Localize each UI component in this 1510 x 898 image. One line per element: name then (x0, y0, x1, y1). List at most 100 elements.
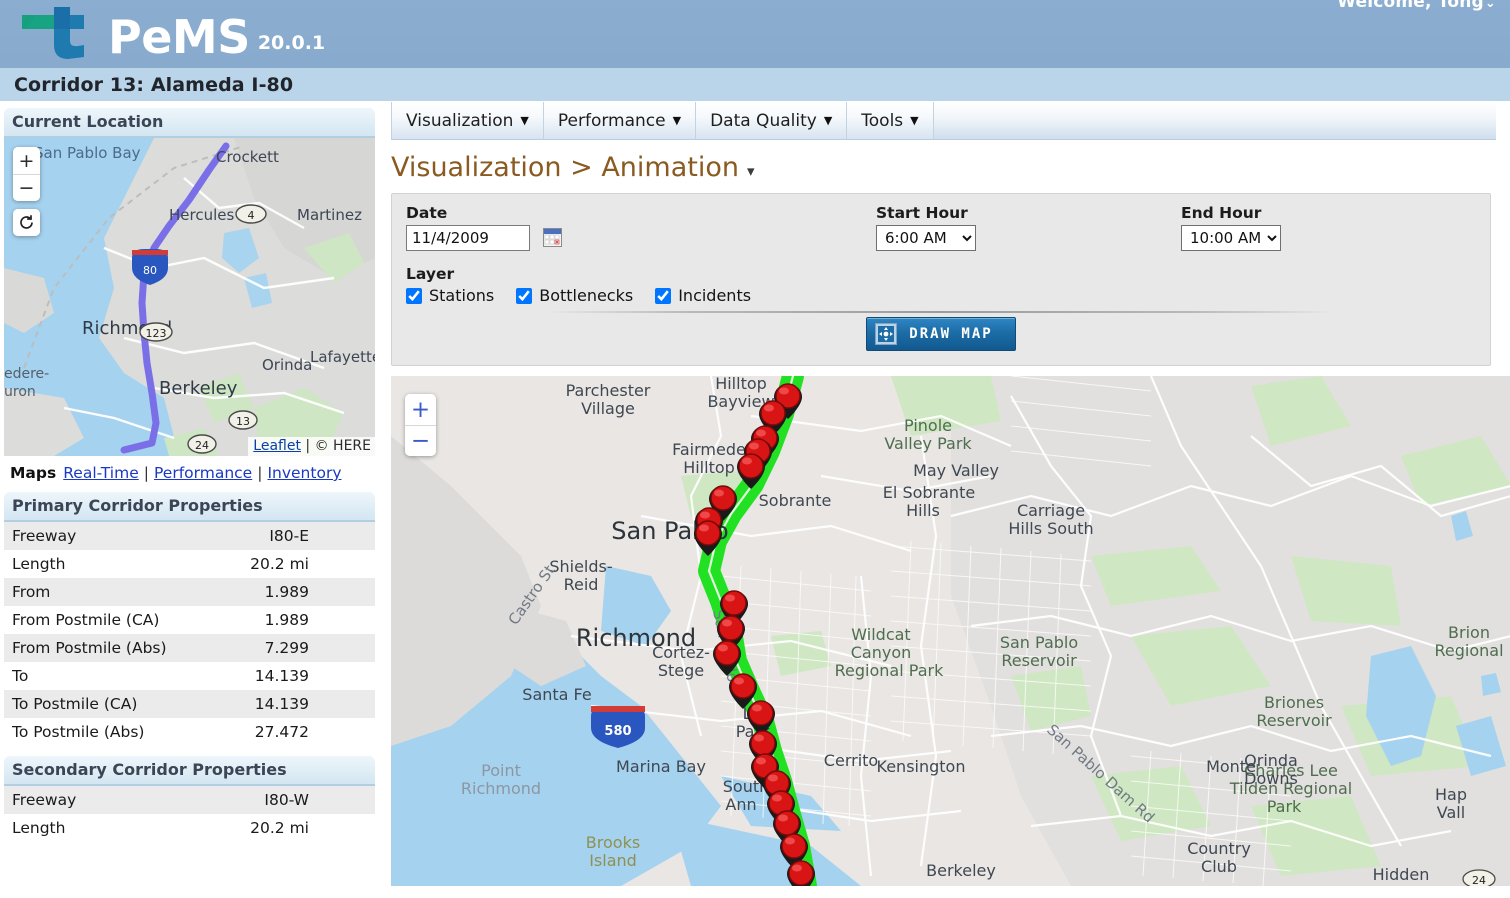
stations-checkbox[interactable] (406, 287, 422, 304)
map-label: Vall (1437, 803, 1465, 822)
primary-corridor-title: Primary Corridor Properties (12, 496, 263, 515)
map-zoom-controls[interactable]: + − (405, 394, 436, 456)
chevron-down-icon[interactable]: ▾ (747, 162, 755, 180)
bottlenecks-label[interactable]: Bottlenecks (539, 286, 633, 305)
map-label: Kensington (877, 757, 966, 776)
reset-rotate-icon[interactable] (13, 209, 40, 236)
map-label: Wildcat (851, 625, 910, 644)
corridor-title: Corridor 13: Alameda I-80 (14, 73, 294, 96)
date-input[interactable] (406, 225, 530, 251)
caltrans-ct-logo-icon (22, 7, 84, 59)
map-label: Island (589, 851, 637, 870)
end-hour-select[interactable]: 6:00 AM7:00 AM8:00 AM9:00 AM10:00 AM11:0… (1181, 225, 1281, 251)
maps-links-label: Maps (10, 464, 57, 482)
maps-link-separator: | (257, 464, 263, 482)
secondary-corridor-properties-table: Freeway I80-W Length 20.2 mi (4, 786, 375, 842)
calendar-icon[interactable] (543, 228, 563, 247)
map-label: Fairmede (672, 440, 746, 459)
map-label: Club (1201, 857, 1237, 876)
menu-tools-label: Tools (861, 110, 904, 131)
animation-map[interactable]: 580 24 Parchester Village Hilltop Bayvie… (391, 376, 1510, 886)
table-row: Freeway I80-E (4, 522, 375, 550)
property-value: 20.2 mi (250, 818, 309, 837)
maps-link-performance[interactable]: Performance (154, 464, 252, 482)
chevron-down-icon: ▼ (910, 114, 919, 127)
maps-link-real-time[interactable]: Real-Time (63, 464, 139, 482)
map-label: Canyon (851, 643, 912, 662)
map-label: Stege (658, 661, 704, 680)
property-name: Freeway (12, 790, 77, 809)
map-label: Richmond (576, 624, 696, 652)
map-label: Shields- (549, 557, 612, 576)
property-value: 14.139 (254, 694, 309, 713)
svg-text:580: 580 (604, 724, 631, 739)
attribution-separator: | (305, 438, 311, 454)
map-label: El Sobrante (883, 483, 975, 502)
app-header: Welcome, Tong⌄ PeMS 20.0.1 (0, 0, 1510, 68)
menu-performance[interactable]: Performance ▼ (543, 102, 697, 139)
incidents-label[interactable]: Incidents (678, 286, 751, 305)
property-value: I80-W (264, 790, 309, 809)
chevron-down-icon: ⌄ (1484, 0, 1496, 11)
map-label: May Valley (913, 461, 999, 480)
end-hour-label: End Hour (1181, 204, 1262, 222)
content-area: Visualization ▼ Performance ▼ Data Quali… (381, 102, 1510, 886)
leaflet-link[interactable]: Leaflet (253, 438, 301, 454)
map-label: Regional (1434, 641, 1503, 660)
secondary-corridor-title: Secondary Corridor Properties (12, 760, 287, 779)
property-name: Length (12, 818, 66, 837)
minimap-reset-control[interactable] (13, 209, 40, 236)
breadcrumb[interactable]: Visualization > Animation ▾ (391, 140, 1510, 193)
brand-zone[interactable]: PeMS 20.0.1 (14, 5, 325, 61)
minimap-zoom-controls[interactable]: + − (13, 147, 40, 201)
map-label: Santa Fe (522, 685, 591, 704)
map-zoom-out-button[interactable]: − (405, 425, 436, 456)
menu-tools[interactable]: Tools ▼ (847, 102, 934, 139)
maps-link-inventory[interactable]: Inventory (267, 464, 341, 482)
minimap-label: Hercules (169, 206, 234, 224)
map-label: Brion (1448, 623, 1490, 642)
sidebar: Current Location San Pablo Bay Crockett … (0, 102, 381, 852)
bottlenecks-checkbox[interactable] (516, 287, 533, 304)
chevron-down-icon: ▼ (823, 114, 833, 127)
current-location-minimap[interactable]: San Pablo Bay Crockett Hercules Martinez… (4, 138, 375, 456)
start-hour-select[interactable]: 12:00 AM1:00 AM2:00 AM3:00 AM4:00 AM5:00… (876, 225, 976, 251)
property-value: 14.139 (254, 666, 309, 685)
minimap-shield: 24 (187, 434, 217, 454)
minimap-shield: 123 (139, 322, 173, 342)
layer-option-bottlenecks[interactable]: Bottlenecks (516, 286, 633, 305)
property-value: 1.989 (264, 610, 309, 629)
welcome-user-menu[interactable]: Welcome, Tong⌄ (1337, 0, 1496, 12)
map-label: Downs (1244, 769, 1298, 788)
map-label: Hills South (1008, 519, 1093, 538)
draw-map-button[interactable]: DRAW MAP (866, 317, 1016, 351)
draw-row: DRAW MAP (406, 311, 1476, 351)
menu-data-quality[interactable]: Data Quality ▼ (696, 102, 848, 139)
minimap-canvas: San Pablo Bay Crockett Hercules Martinez… (4, 138, 375, 456)
minimap-label: edere- (4, 366, 49, 382)
minimap-shield: 13 (228, 410, 258, 430)
property-name: From Postmile (CA) (12, 610, 160, 629)
minimap-zoom-out-button[interactable]: − (13, 174, 40, 201)
minimap-attribution: Leaflet | © HERE (248, 437, 375, 456)
primary-corridor-properties-table: Freeway I80-E Length 20.2 mi From 1.989 … (4, 522, 375, 746)
map-label: Carriage (1017, 501, 1085, 520)
table-row: From Postmile (CA) 1.989 (4, 606, 375, 634)
minimap-label: San Pablo Bay (34, 144, 141, 162)
incidents-checkbox[interactable] (655, 287, 672, 304)
menu-visualization-label: Visualization (406, 110, 514, 131)
secondary-corridor-panel-header: Secondary Corridor Properties (4, 756, 375, 786)
minimap-shield: 4 (235, 204, 267, 224)
map-shield-24: 24 (1462, 869, 1496, 886)
form-row-top: Date 11/4/2009 Start Hour 6:00 AM End Ho… (406, 204, 1476, 251)
map-label: San Pablo (1000, 633, 1078, 652)
primary-corridor-panel-header: Primary Corridor Properties (4, 492, 375, 522)
menu-visualization[interactable]: Visualization ▼ (391, 102, 544, 139)
table-row: From Postmile (Abs) 7.299 (4, 634, 375, 662)
stations-label[interactable]: Stations (429, 286, 494, 305)
minimap-zoom-in-button[interactable]: + (13, 147, 40, 174)
layer-option-incidents[interactable]: Incidents (655, 286, 751, 305)
layer-option-stations[interactable]: Stations (406, 286, 494, 305)
map-zoom-in-button[interactable]: + (405, 394, 436, 425)
map-label: Reservoir (1001, 651, 1077, 670)
